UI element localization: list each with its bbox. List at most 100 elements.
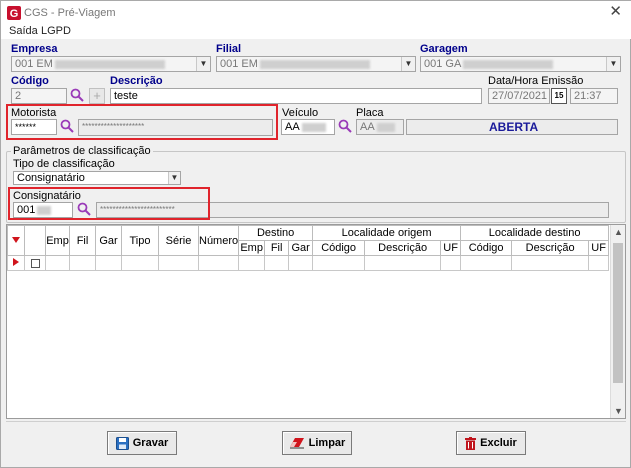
gravar-button[interactable]: Gravar [107,431,177,455]
table-cell[interactable] [121,255,159,271]
garagem-select[interactable]: 001 GA ▼ [420,56,621,72]
col-destino-gar[interactable]: Gar [288,240,314,256]
title-bar: G CGS - Pré-Viagem ✕ [1,1,631,25]
veiculo-input[interactable]: AA [281,119,335,135]
col-destino-fil[interactable]: Fil [264,240,290,256]
col-origem-descricao[interactable]: Descrição [364,240,442,256]
row-pointer-icon [13,258,19,266]
table-cell[interactable] [588,255,610,271]
menu-item-lgpd[interactable]: LGPD [41,25,71,37]
garagem-value: 001 GA [424,58,462,70]
table-cell[interactable] [158,255,199,271]
placa-label: Placa [356,107,384,119]
table-cell[interactable] [312,255,366,271]
descricao-input[interactable]: teste [110,88,482,104]
calendar-icon[interactable]: 15 [551,88,567,104]
tipo-classificacao-select[interactable]: Consignatário ▼ [13,171,181,185]
tipo-classificacao-label: Tipo de classificação [13,158,115,170]
col-gar[interactable]: Gar [95,225,122,256]
highlight-box [8,187,210,220]
data-hora-label: Data/Hora Emissão [488,75,584,87]
vertical-scrollbar[interactable]: ▲ ▼ [610,225,625,418]
col-emp[interactable]: Emp [45,225,70,256]
add-icon[interactable]: + [89,88,105,104]
col-origem-codigo[interactable]: Código [312,240,366,256]
chevron-down-icon[interactable]: ▼ [196,57,210,71]
table-cell[interactable] [45,255,70,271]
scroll-down-icon[interactable]: ▼ [611,404,626,418]
close-icon[interactable]: ✕ [609,4,622,20]
table-cell[interactable] [511,255,590,271]
chevron-down-icon[interactable]: ▼ [606,57,620,71]
redacted-text [463,59,554,69]
veiculo-label: Veículo [282,107,319,119]
time-input[interactable]: 21:37 [570,88,618,104]
menu-item-saida[interactable]: Saída [9,25,38,37]
col-fil[interactable]: Fil [69,225,96,256]
footer-divider [6,421,626,422]
table-cell[interactable] [364,255,442,271]
date-input[interactable]: 27/07/2021 [488,88,550,104]
header-blank [24,225,46,256]
table-cell[interactable] [440,255,462,271]
search-icon[interactable] [69,88,85,104]
filial-label: Filial [216,43,242,55]
redacted-text [376,122,395,132]
group-localidade-destino: Localidade destino [460,225,610,241]
col-destino-emp[interactable]: Emp [238,240,266,256]
menu-bar: Saída LGPD [1,23,631,39]
filial-value: 001 EM [220,58,258,70]
col-tipo[interactable]: Tipo [121,225,159,256]
redacted-text [259,59,370,69]
col-origem-uf[interactable]: UF [440,240,462,256]
table-cell[interactable] [288,255,314,271]
chevron-down-icon[interactable]: ▼ [401,57,415,71]
search-icon[interactable] [337,119,353,135]
gravar-label: Gravar [132,437,169,449]
col-destloc-descricao[interactable]: Descrição [511,240,590,256]
tipo-classificacao-value: Consignatário [17,172,85,184]
parametros-title: Parâmetros de classificação [11,145,153,157]
row-checkbox-cell[interactable] [24,255,46,271]
svg-text:G: G [10,8,19,20]
save-icon [115,436,129,450]
garagem-label: Garagem [420,43,468,55]
scroll-up-icon[interactable]: ▲ [611,225,626,239]
empresa-select[interactable]: 001 EM ▼ [11,56,211,72]
veiculo-value: AA [285,121,300,133]
table-cell[interactable] [69,255,96,271]
highlight-box [6,104,278,140]
col-destloc-codigo[interactable]: Código [460,240,513,256]
table-cell[interactable] [95,255,122,271]
codigo-input[interactable]: 2 [11,88,67,104]
window-title: CGS - Pré-Viagem [24,7,116,19]
col-numero[interactable]: Número [197,225,240,256]
group-destino: Destino [238,225,314,241]
table-cell[interactable] [238,255,266,271]
table-cell[interactable] [460,255,513,271]
table-cell[interactable] [197,255,240,271]
filial-select[interactable]: 001 EM ▼ [216,56,416,72]
table-cell[interactable] [264,255,290,271]
col-serie[interactable]: Série [158,225,199,256]
sort-header[interactable] [7,225,25,256]
empresa-label: Empresa [11,43,58,55]
redacted-text [301,122,326,132]
placa-value: AA [360,121,375,133]
sort-down-icon [12,236,20,243]
col-destloc-uf[interactable]: UF [588,240,610,256]
excluir-button[interactable]: Excluir [456,431,526,455]
descricao-label: Descrição [110,75,163,87]
redacted-text [54,59,165,69]
row-checkbox[interactable] [30,258,40,268]
trash-icon [465,436,477,450]
placa-field: AA [356,119,404,135]
chevron-down-icon[interactable]: ▼ [168,172,180,184]
scroll-thumb[interactable] [613,243,623,383]
limpar-button[interactable]: Limpar [282,431,352,455]
table-row[interactable] [7,255,610,271]
grid-table: Emp Fil Gar Tipo Série Número Destino Lo… [7,225,610,271]
status-text: ABERTA [489,120,539,134]
excluir-label: Excluir [480,437,517,449]
trips-grid[interactable]: Emp Fil Gar Tipo Série Número Destino Lo… [6,224,626,419]
